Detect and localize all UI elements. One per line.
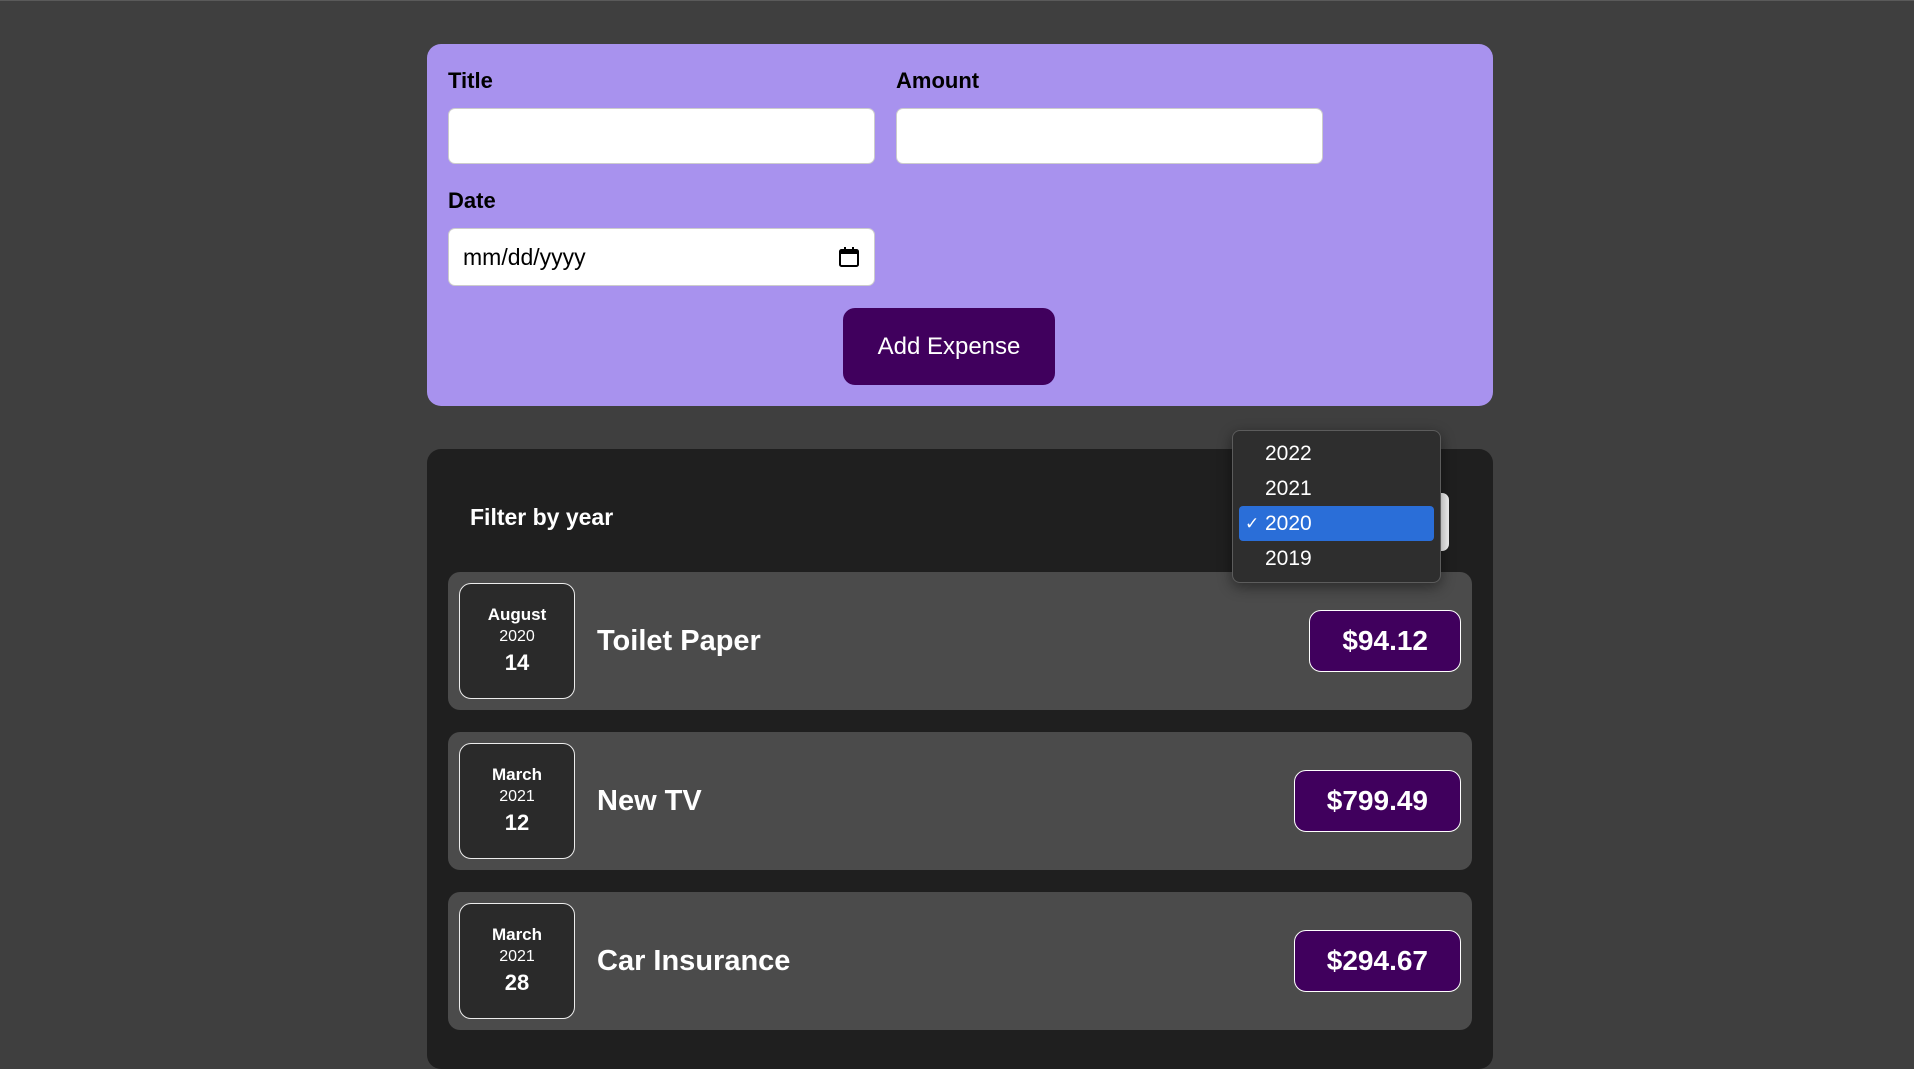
year-option-2020[interactable]: ✓ 2020 — [1239, 506, 1434, 541]
amount-label: Amount — [896, 68, 980, 93]
year-option-label: 2020 — [1265, 512, 1312, 535]
expense-title: Car Insurance — [597, 944, 791, 977]
amount-input[interactable] — [896, 108, 1323, 164]
expense-date-day: 12 — [504, 810, 530, 835]
expense-date-month: March — [491, 925, 543, 944]
expense-item: August 2020 14 Toilet Paper $94.12 — [448, 572, 1472, 710]
new-expense-form: Title Amount Date mm/dd/yyyy Add Expense — [427, 44, 1493, 406]
expense-date-month: March — [491, 765, 543, 784]
checkmark-icon: ✓ — [1245, 514, 1260, 533]
year-option-2019[interactable]: 2019 — [1239, 541, 1434, 576]
expense-price: $294.67 — [1293, 930, 1461, 992]
add-expense-button[interactable]: Add Expense — [843, 308, 1055, 385]
title-input[interactable] — [448, 108, 875, 164]
date-label: Date — [448, 188, 496, 213]
year-option-2021[interactable]: 2021 — [1239, 471, 1434, 506]
expense-date: August 2020 14 — [459, 583, 575, 699]
date-placeholder: mm/dd/yyyy — [463, 243, 586, 270]
expense-item: March 2021 12 New TV $799.49 — [448, 732, 1472, 870]
expense-date-day: 28 — [504, 970, 530, 995]
year-dropdown-menu: 2022 2021 ✓ 2020 2019 — [1232, 430, 1441, 583]
year-option-2022[interactable]: 2022 — [1239, 436, 1434, 471]
expense-price: $94.12 — [1309, 610, 1461, 672]
expense-date: March 2021 12 — [459, 743, 575, 859]
year-option-label: 2021 — [1265, 477, 1312, 500]
filter-label: Filter by year — [470, 504, 614, 530]
date-input[interactable]: mm/dd/yyyy — [448, 228, 875, 286]
expense-date-month: August — [487, 605, 547, 624]
expense-date-year: 2021 — [499, 948, 535, 965]
calendar-icon[interactable] — [838, 246, 860, 268]
expense-price: $799.49 — [1293, 770, 1461, 832]
expense-item: March 2021 28 Car Insurance $294.67 — [448, 892, 1472, 1030]
window-top-border — [0, 0, 1914, 1]
expense-date-day: 14 — [504, 650, 530, 675]
title-label: Title — [448, 68, 493, 93]
expense-date-year: 2021 — [499, 788, 535, 805]
expense-date: March 2021 28 — [459, 903, 575, 1019]
expense-date-year: 2020 — [499, 628, 535, 645]
year-option-label: 2019 — [1265, 547, 1312, 570]
year-option-label: 2022 — [1265, 442, 1312, 465]
expense-title: Toilet Paper — [597, 624, 761, 657]
expense-title: New TV — [597, 784, 702, 817]
